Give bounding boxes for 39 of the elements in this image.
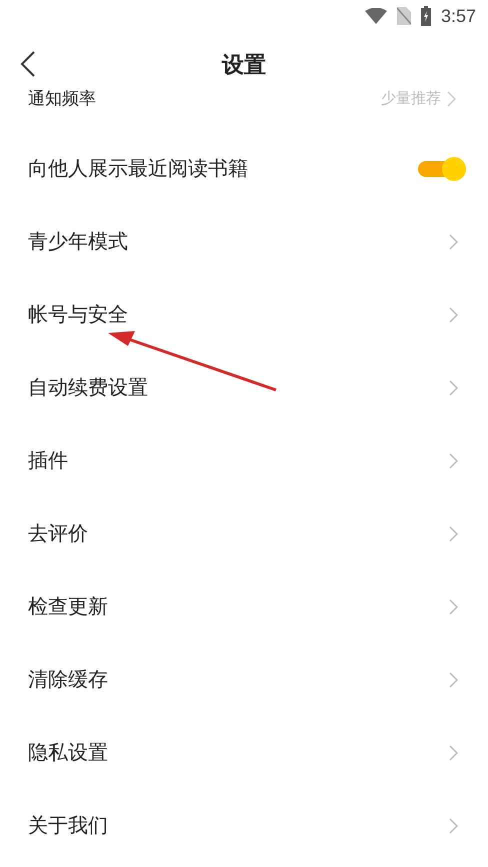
setting-label: 通知频率 xyxy=(28,88,96,110)
setting-value: 少量推荐 xyxy=(381,89,441,109)
setting-row[interactable]: 检查更新 xyxy=(0,570,488,643)
no-sim-icon xyxy=(396,7,411,25)
chevron-right-icon xyxy=(449,744,458,760)
setting-label: 检查更新 xyxy=(28,594,108,620)
setting-row[interactable]: 帐号与安全 xyxy=(0,278,488,351)
wifi-icon xyxy=(364,8,387,24)
setting-row[interactable]: 隐私设置 xyxy=(0,716,488,789)
chevron-right-icon xyxy=(449,452,458,468)
chevron-right-icon xyxy=(449,380,458,396)
chevron-right-icon xyxy=(449,672,458,688)
chevron-right-icon xyxy=(449,234,458,250)
setting-label: 插件 xyxy=(28,448,68,474)
setting-row[interactable]: 自动续费设置 xyxy=(0,351,488,424)
setting-label: 隐私设置 xyxy=(28,740,108,766)
chevron-right-icon xyxy=(449,598,458,614)
chevron-right-icon xyxy=(449,306,458,322)
clock-time: 3:57 xyxy=(440,4,476,28)
setting-label: 青少年模式 xyxy=(28,230,128,254)
setting-row[interactable]: 青少年模式 xyxy=(0,205,488,278)
setting-label: 清除缓存 xyxy=(28,668,108,692)
toggle-switch[interactable] xyxy=(418,156,466,180)
setting-label: 向他人展示最近阅读书籍 xyxy=(28,156,248,182)
page-title: 设置 xyxy=(222,50,266,78)
battery-charging-icon xyxy=(420,6,431,26)
chevron-right-icon xyxy=(447,91,456,108)
chevron-right-icon xyxy=(449,526,458,542)
setting-label: 帐号与安全 xyxy=(28,302,128,328)
chevron-right-icon xyxy=(449,818,458,834)
setting-row[interactable]: 插件 xyxy=(0,424,488,497)
setting-row[interactable]: 通知频率 少量推荐 xyxy=(0,84,488,132)
setting-label: 自动续费设置 xyxy=(28,376,148,400)
setting-row[interactable]: 清除缓存 xyxy=(0,643,488,716)
setting-label: 关于我们 xyxy=(28,814,108,838)
setting-label: 去评价 xyxy=(28,522,88,546)
back-icon[interactable] xyxy=(20,51,36,77)
setting-row[interactable]: 去评价 xyxy=(0,497,488,570)
setting-row[interactable]: 关于我们 xyxy=(0,789,488,862)
